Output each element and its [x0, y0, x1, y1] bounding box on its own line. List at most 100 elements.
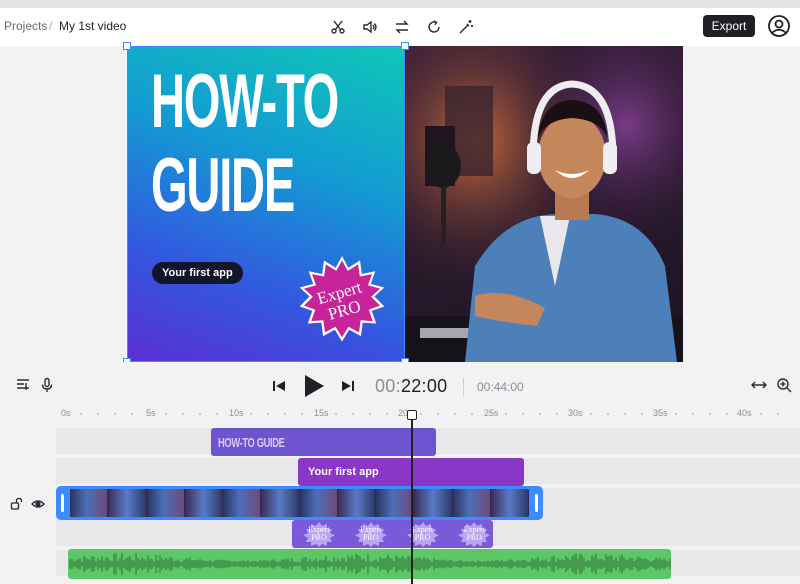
sticker-thumb: Expert PRO	[455, 521, 493, 547]
ruler-tick	[675, 413, 677, 415]
sticker-thumb: Expert PRO	[404, 521, 442, 547]
ruler-label: 0s	[61, 408, 71, 418]
ruler-tick	[556, 413, 558, 415]
rotate-tool[interactable]	[422, 15, 446, 39]
microphone-icon	[41, 377, 53, 392]
sticker-clip[interactable]: Expert PRO Expert PRO Expert PRO Expert …	[292, 520, 493, 548]
ruler-tick	[590, 413, 592, 415]
ruler-label: 40s	[737, 408, 752, 418]
breadcrumb-projects[interactable]: Projects	[4, 19, 47, 33]
title-graphic[interactable]: HOW-TO GUIDE Your first app Expert PRO	[127, 46, 405, 362]
audio-clip[interactable]	[68, 549, 671, 579]
magic-tool[interactable]	[454, 15, 478, 39]
total-duration: 00:44:00	[477, 380, 524, 394]
ruler-tick	[777, 413, 779, 415]
headline-line-2: GUIDE	[151, 143, 295, 228]
ruler-tick	[760, 413, 762, 415]
video-thumbnail	[414, 489, 453, 517]
ruler-tick	[437, 413, 439, 415]
video-thumbnail	[223, 489, 262, 517]
swap-icon	[395, 20, 409, 34]
swap-tool[interactable]	[390, 15, 414, 39]
ruler-label: 25s	[484, 408, 499, 418]
trim-handle-right[interactable]	[535, 494, 538, 512]
play-button[interactable]	[300, 373, 326, 399]
headline: HOW-TO GUIDE	[151, 60, 339, 228]
ruler-tick	[471, 413, 473, 415]
video-thumbnail	[70, 489, 109, 517]
video-thumbnail	[108, 489, 147, 517]
time-divider	[463, 378, 464, 396]
ruler-tick	[216, 413, 218, 415]
rotate-icon	[428, 20, 440, 33]
resize-handle-top-left[interactable]	[123, 42, 131, 50]
player-controls: 00:22:00 00:44:00	[0, 362, 800, 408]
ruler-tick	[726, 413, 728, 415]
trim-handle-left[interactable]	[61, 494, 64, 512]
eye-icon[interactable]	[31, 497, 45, 511]
ruler-tick	[641, 413, 643, 415]
text-clip-howto-label: HOW-TO GUIDE	[218, 434, 285, 450]
timeline[interactable]: 0s 5s 10s 15s 20s 25s 30s 35s 40s HOW-TO…	[0, 408, 800, 584]
video-frame-image[interactable]	[405, 46, 683, 362]
ruler-tick	[267, 413, 269, 415]
skip-back-icon	[273, 381, 285, 391]
ruler-tick	[97, 413, 99, 415]
ruler-tick	[505, 413, 507, 415]
user-circle-icon[interactable]	[767, 14, 791, 38]
ruler-label: 30s	[568, 408, 583, 418]
export-button[interactable]: Export	[703, 15, 755, 37]
video-clip[interactable]	[56, 486, 543, 520]
current-time-hours: 00:	[375, 376, 401, 396]
volume-icon	[363, 20, 377, 34]
fit-timeline-button[interactable]	[750, 376, 768, 394]
window-top-strip	[0, 0, 800, 8]
unlock-icon[interactable]	[10, 497, 24, 511]
ruler-tick	[301, 413, 303, 415]
ruler-tick	[335, 413, 337, 415]
ruler-tick	[624, 413, 626, 415]
sticker-thumb: Expert PRO	[352, 521, 390, 547]
current-time: 00:22:00	[375, 376, 447, 397]
ruler-tick	[709, 413, 711, 415]
playhead[interactable]	[411, 412, 413, 584]
ruler-tick	[250, 413, 252, 415]
fit-width-icon	[751, 381, 767, 389]
subtitle-pill: Your first app	[152, 262, 243, 284]
video-thumbnail	[337, 489, 376, 517]
ruler-tick	[692, 413, 694, 415]
video-thumbnail	[146, 489, 185, 517]
breadcrumb-separator: /	[49, 19, 53, 33]
zoom-in-button[interactable]	[775, 376, 793, 394]
skip-forward-icon	[342, 381, 354, 391]
volume-tool[interactable]	[358, 15, 382, 39]
split-tool[interactable]	[326, 15, 350, 39]
ruler-tick	[80, 413, 82, 415]
ruler-tick	[386, 413, 388, 415]
captions-button[interactable]	[14, 376, 32, 394]
ruler-tick	[131, 413, 133, 415]
presenter-illustration	[405, 46, 683, 362]
scissors-icon	[331, 20, 345, 34]
text-clip-howto[interactable]: HOW-TO GUIDE	[211, 428, 436, 456]
audio-waveform	[69, 553, 671, 575]
zoom-in-icon	[777, 378, 792, 393]
caption-icon	[17, 379, 29, 390]
skip-back-button[interactable]	[270, 377, 288, 395]
ruler-tick	[182, 413, 184, 415]
ruler-tick	[284, 413, 286, 415]
resize-handle-top-right[interactable]	[401, 42, 409, 50]
video-thumbnail	[452, 489, 491, 517]
playhead-handle[interactable]	[407, 410, 417, 420]
video-thumbnails	[70, 489, 529, 517]
ruler-tick	[420, 413, 422, 415]
voiceover-button[interactable]	[38, 376, 56, 394]
ruler-label: 35s	[653, 408, 668, 418]
ruler-tick	[352, 413, 354, 415]
ruler-label: 10s	[229, 408, 244, 418]
ruler-tick	[539, 413, 541, 415]
text-clip-your-first-app-label: Your first app	[308, 466, 379, 478]
project-title[interactable]: My 1st video	[59, 19, 126, 33]
skip-forward-button[interactable]	[339, 377, 357, 395]
waveform-path	[69, 553, 671, 575]
